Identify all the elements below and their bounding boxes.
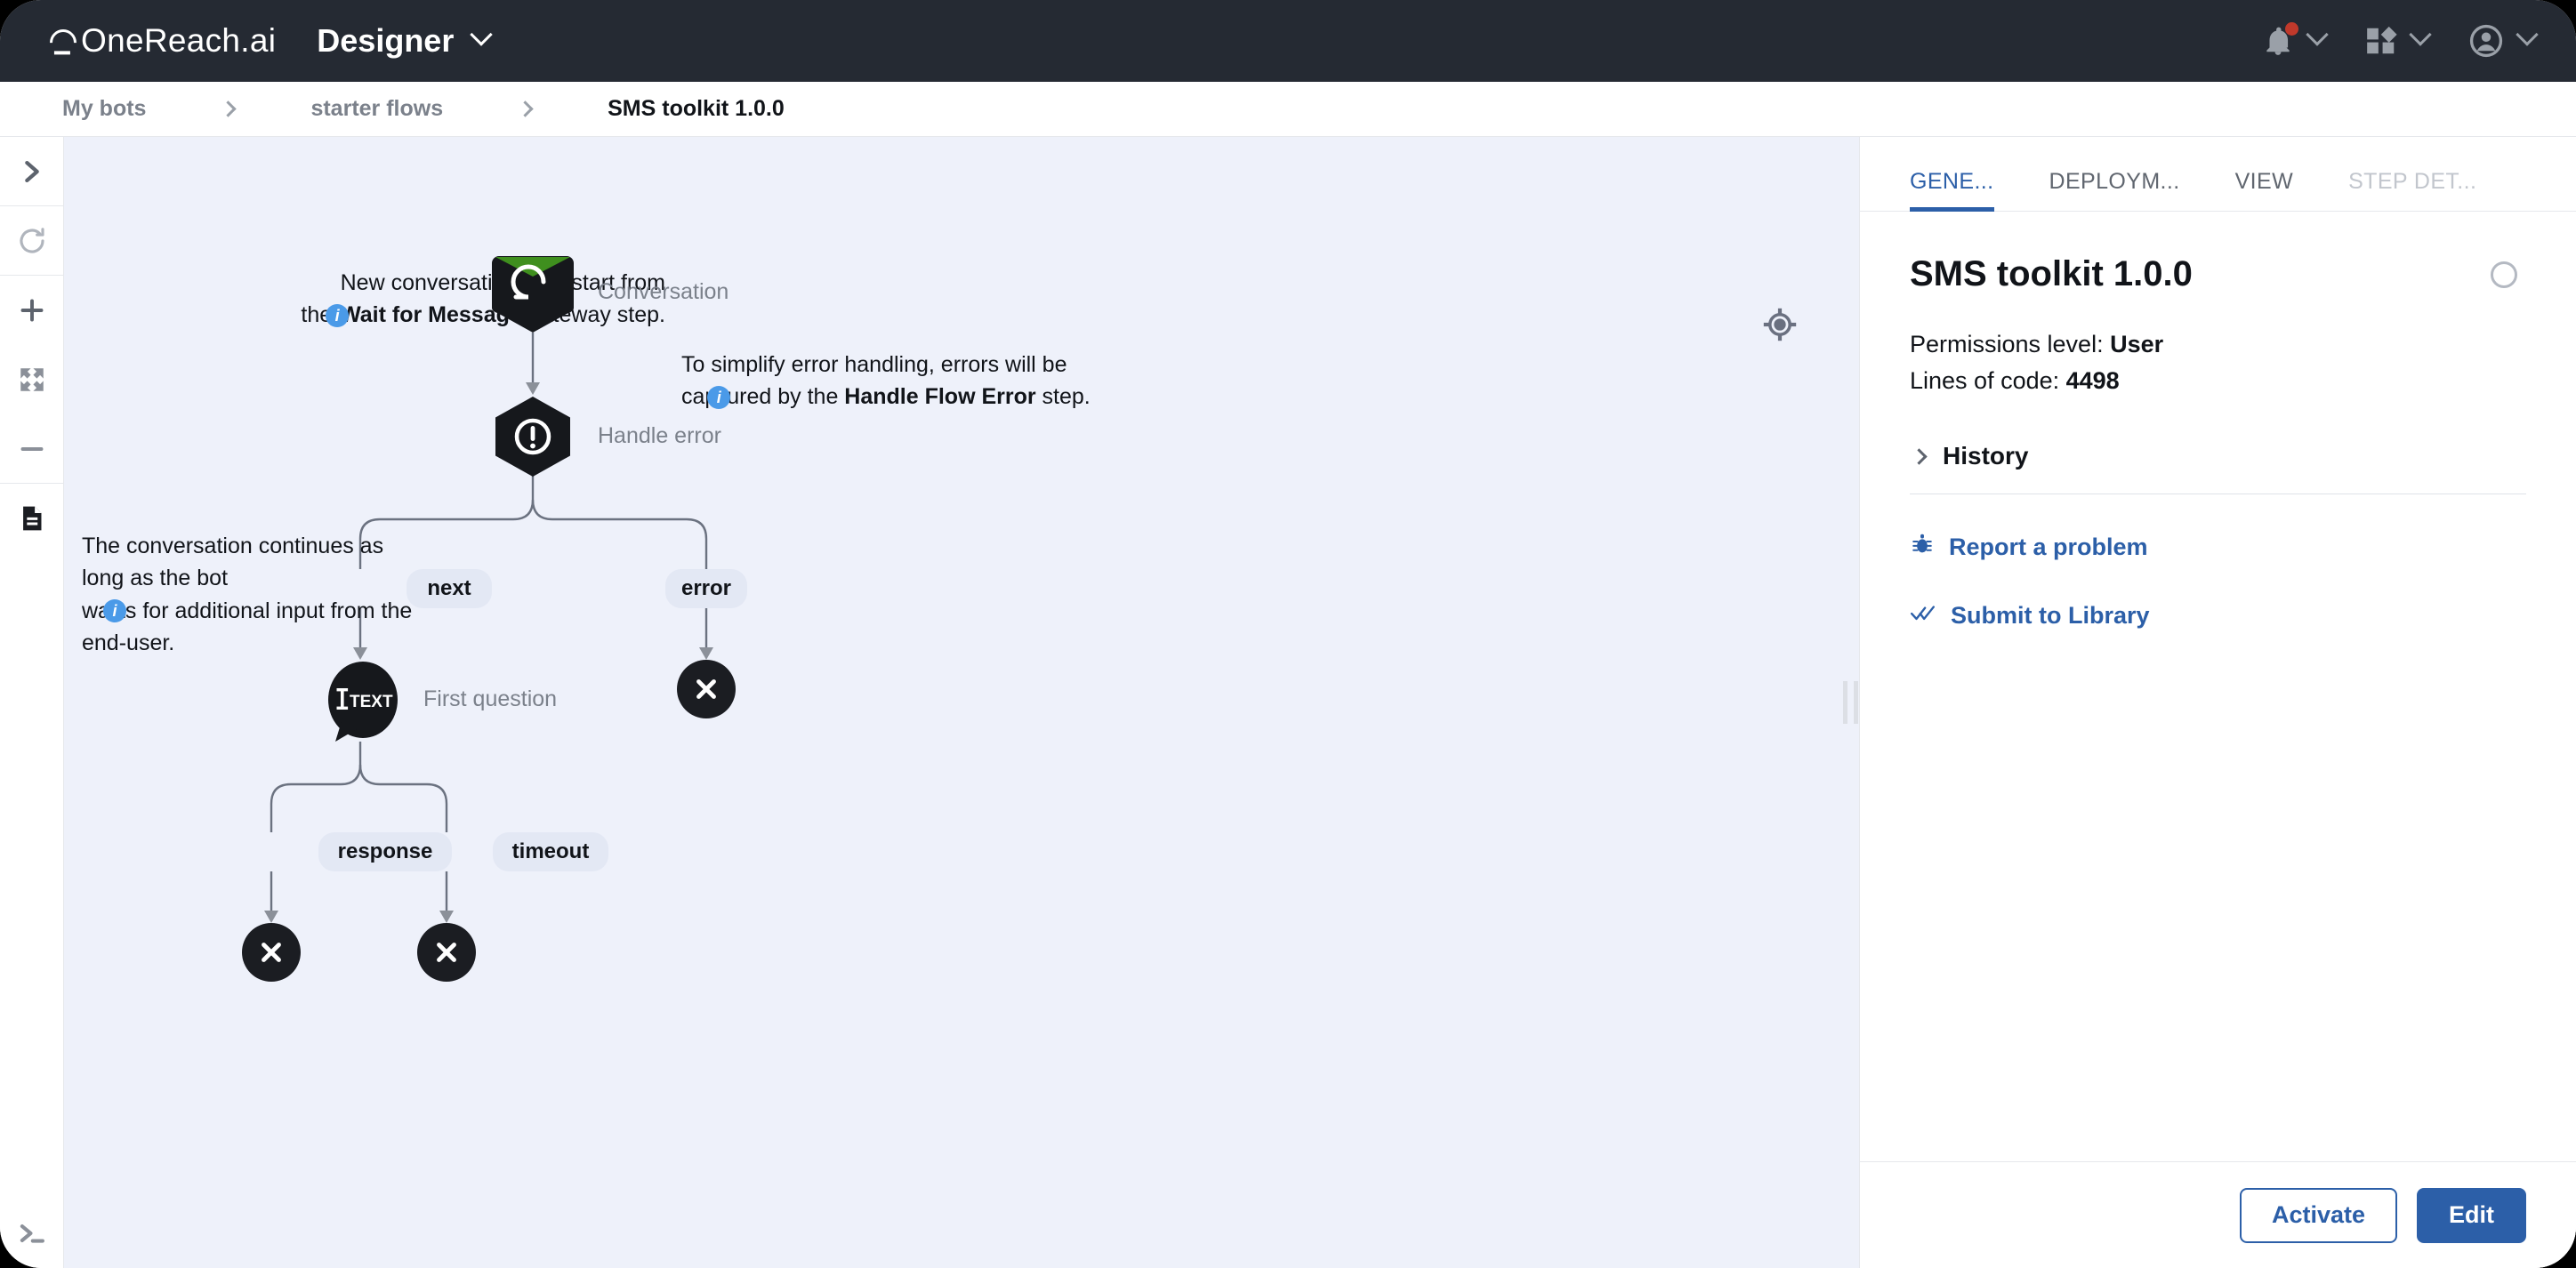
refresh-icon[interactable] <box>0 206 63 276</box>
annotation-question: The conversation continues as long as th… <box>82 530 431 659</box>
app-switcher-chevron-down-icon[interactable] <box>473 31 489 52</box>
app-name: Designer <box>317 22 454 60</box>
edge-label-timeout[interactable]: timeout <box>493 832 608 871</box>
annotation-question-line1: The conversation continues as long as th… <box>82 530 431 595</box>
breadcrumb-item-current[interactable]: SMS toolkit 1.0.0 <box>608 96 785 122</box>
report-a-problem-label: Report a problem <box>1949 534 2148 561</box>
tab-general[interactable]: GENE... <box>1910 169 1994 211</box>
breadcrumb-separator-icon <box>517 100 533 116</box>
history-label: History <box>1943 442 2028 470</box>
node-first-question-label: First question <box>423 686 557 712</box>
node-conversation-label: Conversation <box>598 279 729 305</box>
lines-of-code-label: Lines of code: <box>1910 367 2066 394</box>
node-conversation[interactable] <box>488 253 577 337</box>
permissions-level-row: Permissions level: User <box>1910 326 2526 363</box>
breadcrumb-separator-icon <box>221 100 237 116</box>
brand-logo-wordmark[interactable]: OneReach.ai <box>50 22 276 60</box>
edit-button[interactable]: Edit <box>2417 1188 2526 1243</box>
panel-tabs: GENE... DEPLOYM... VIEW STEP DET... <box>1860 137 2576 212</box>
notification-badge-dot <box>2285 22 2298 36</box>
node-first-question[interactable]: TEXT <box>316 660 405 751</box>
annotation-error: To simplify error handling, errors will … <box>681 349 1144 413</box>
info-badge-icon[interactable]: i <box>103 599 126 622</box>
lines-of-code-value: 4498 <box>2066 367 2120 394</box>
permissions-level-label: Permissions level: <box>1910 331 2110 357</box>
details-panel: GENE... DEPLOYM... VIEW STEP DET... SMS … <box>1859 137 2576 1268</box>
panel-title-row: SMS toolkit 1.0.0 <box>1910 254 2526 294</box>
top-bar: OneReach.ai Designer <box>0 0 2576 82</box>
onereach-logo-icon <box>44 24 82 61</box>
expand-panel-icon[interactable] <box>0 137 63 206</box>
edge-label-response[interactable]: response <box>318 832 452 871</box>
zoom-in-icon[interactable] <box>0 276 63 345</box>
breadcrumb-item-starter-flows[interactable]: starter flows <box>310 96 443 122</box>
account-group[interactable] <box>2467 22 2535 60</box>
chevron-right-icon <box>1911 448 1927 464</box>
annotation-error-line2-bold: Handle Flow Error <box>844 384 1035 409</box>
breadcrumb: My bots starter flows SMS toolkit 1.0.0 <box>0 82 2576 137</box>
zoom-out-icon[interactable] <box>0 414 63 484</box>
bell-icon[interactable] <box>2261 24 2295 58</box>
brand-text: OneReach.ai <box>81 22 276 60</box>
left-toolbar <box>0 137 64 1268</box>
page-title: SMS toolkit 1.0.0 <box>1910 254 2193 294</box>
apps-grid-icon[interactable] <box>2364 24 2398 58</box>
node-handle-error[interactable] <box>492 395 574 483</box>
apps-group[interactable] <box>2364 24 2428 58</box>
flow-canvas[interactable]: New conversations will start from the iW… <box>64 137 1859 1268</box>
end-node-timeout[interactable] <box>417 923 476 982</box>
lines-of-code-row: Lines of code: 4498 <box>1910 363 2526 399</box>
activate-button[interactable]: Activate <box>2240 1188 2397 1243</box>
panel-resize-handle[interactable] <box>1840 675 1860 730</box>
account-chevron-down-icon[interactable] <box>2519 31 2535 52</box>
submit-to-library-link[interactable]: Submit to Library <box>1910 600 2526 631</box>
end-node-response[interactable] <box>242 923 301 982</box>
edge-label-error[interactable]: error <box>665 569 747 608</box>
terminal-icon[interactable] <box>0 1199 63 1268</box>
panel-footer: Activate Edit <box>1860 1161 2576 1268</box>
annotation-error-line2-post: step. <box>1036 384 1091 409</box>
info-badge-icon[interactable]: i <box>326 304 349 327</box>
status-ring-icon <box>2491 261 2517 288</box>
report-a-problem-link[interactable]: Report a problem <box>1910 532 2526 563</box>
annotation-error-line1: To simplify error handling, errors will … <box>681 349 1144 381</box>
app-window: OneReach.ai Designer <box>0 0 2576 1268</box>
history-accordion[interactable]: History <box>1910 442 2526 470</box>
permissions-level-value: User <box>2110 331 2163 357</box>
notifications-group[interactable] <box>2261 24 2325 58</box>
account-circle-icon[interactable] <box>2467 22 2505 60</box>
node-handle-error-label: Handle error <box>598 423 721 449</box>
bug-icon <box>1910 532 1935 563</box>
tab-step-details: STEP DET... <box>2348 169 2476 211</box>
panel-content: SMS toolkit 1.0.0 Permissions level: Use… <box>1860 212 2576 1161</box>
top-bar-actions <box>2222 22 2535 60</box>
submit-to-library-label: Submit to Library <box>1951 602 2150 630</box>
panel-meta: Permissions level: User Lines of code: 4… <box>1910 326 2526 399</box>
flow-graph: New conversations will start from the iW… <box>64 137 1859 1268</box>
document-icon[interactable] <box>0 484 63 553</box>
annotation-question-line2-post: ts for additional input from the end-use… <box>82 598 412 655</box>
breadcrumb-item-my-bots[interactable]: My bots <box>62 96 146 122</box>
annotation-error-line2-mid: tured by the <box>720 384 844 409</box>
tab-view[interactable]: VIEW <box>2235 169 2294 211</box>
fit-to-screen-icon[interactable] <box>0 345 63 414</box>
end-node-error[interactable] <box>677 660 736 718</box>
notifications-chevron-down-icon[interactable] <box>2309 31 2325 52</box>
svg-text:TEXT: TEXT <box>350 693 393 711</box>
apps-chevron-down-icon[interactable] <box>2412 31 2428 52</box>
double-check-icon <box>1910 600 1936 631</box>
info-badge-icon[interactable]: i <box>707 386 730 409</box>
tab-deployment[interactable]: DEPLOYM... <box>2049 169 2180 211</box>
